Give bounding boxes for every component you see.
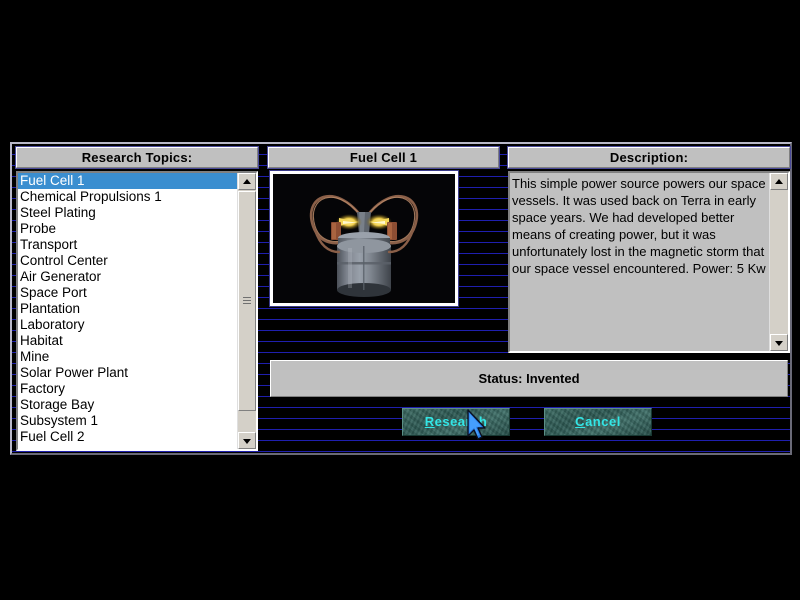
list-item[interactable]: Mine — [18, 349, 238, 365]
scroll-up-arrow-icon — [775, 178, 783, 184]
cancel-button-label: ancel — [585, 414, 621, 429]
research-button-label: esearch — [434, 414, 488, 429]
list-item[interactable]: Laboratory — [18, 317, 238, 333]
topics-scroll-down-button[interactable] — [238, 432, 256, 449]
item-picture-frame — [270, 171, 458, 306]
topics-scroll-thumb[interactable] — [238, 191, 256, 411]
list-item[interactable]: Fuel Cell 1 — [18, 173, 238, 189]
description-header: Description: — [508, 147, 790, 168]
status-bar: Status: Invented — [270, 360, 788, 397]
description-scroll-down-button[interactable] — [770, 334, 788, 351]
list-item[interactable]: Transport — [18, 237, 238, 253]
list-item[interactable]: Storage Bay — [18, 397, 238, 413]
research-topics-list[interactable]: Fuel Cell 1 Chemical Propulsions 1 Steel P… — [18, 173, 238, 449]
list-item[interactable]: Steel Plating — [18, 205, 238, 221]
list-item[interactable]: Air Generator — [18, 269, 238, 285]
list-item[interactable]: Plantation — [18, 301, 238, 317]
research-topics-header: Research Topics: — [16, 147, 258, 168]
fuel-cell-illustration — [273, 174, 455, 303]
topics-scrollbar[interactable] — [237, 173, 256, 449]
list-item[interactable]: Space Port — [18, 285, 238, 301]
description-scroll-up-button[interactable] — [770, 173, 788, 190]
topics-scroll-up-button[interactable] — [238, 173, 256, 190]
research-dialog: Research Topics: Fuel Cell 1 Chemical Pro… — [10, 142, 792, 455]
research-button[interactable]: Research — [402, 408, 510, 436]
cancel-button[interactable]: Cancel — [544, 408, 652, 436]
list-item[interactable]: Subsystem 1 — [18, 413, 238, 429]
cancel-button-accel: C — [575, 414, 586, 429]
selected-item-header: Fuel Cell 1 — [268, 147, 499, 168]
list-item[interactable]: Factory — [18, 381, 238, 397]
list-item[interactable]: Solar Power Plant — [18, 365, 238, 381]
list-item[interactable]: Chemical Propulsions 1 — [18, 189, 238, 205]
scroll-down-arrow-icon — [775, 340, 783, 346]
research-button-accel: R — [424, 414, 435, 429]
description-box[interactable]: This simple power source powers our spac… — [508, 171, 790, 353]
list-item[interactable]: Probe — [18, 221, 238, 237]
fuel-cell-render — [273, 174, 455, 303]
list-item[interactable]: Habitat — [18, 333, 238, 349]
scroll-up-arrow-icon — [243, 178, 251, 184]
scroll-thumb-grip-icon — [243, 297, 251, 305]
list-item[interactable]: Fuel Cell 2 — [18, 429, 238, 445]
description-scrollbar[interactable] — [769, 173, 788, 351]
list-item[interactable]: Control Center — [18, 253, 238, 269]
research-topics-listbox[interactable]: Fuel Cell 1 Chemical Propulsions 1 Steel P… — [16, 171, 258, 451]
scroll-down-arrow-icon — [243, 438, 251, 444]
description-text: This simple power source powers our spac… — [512, 175, 768, 349]
